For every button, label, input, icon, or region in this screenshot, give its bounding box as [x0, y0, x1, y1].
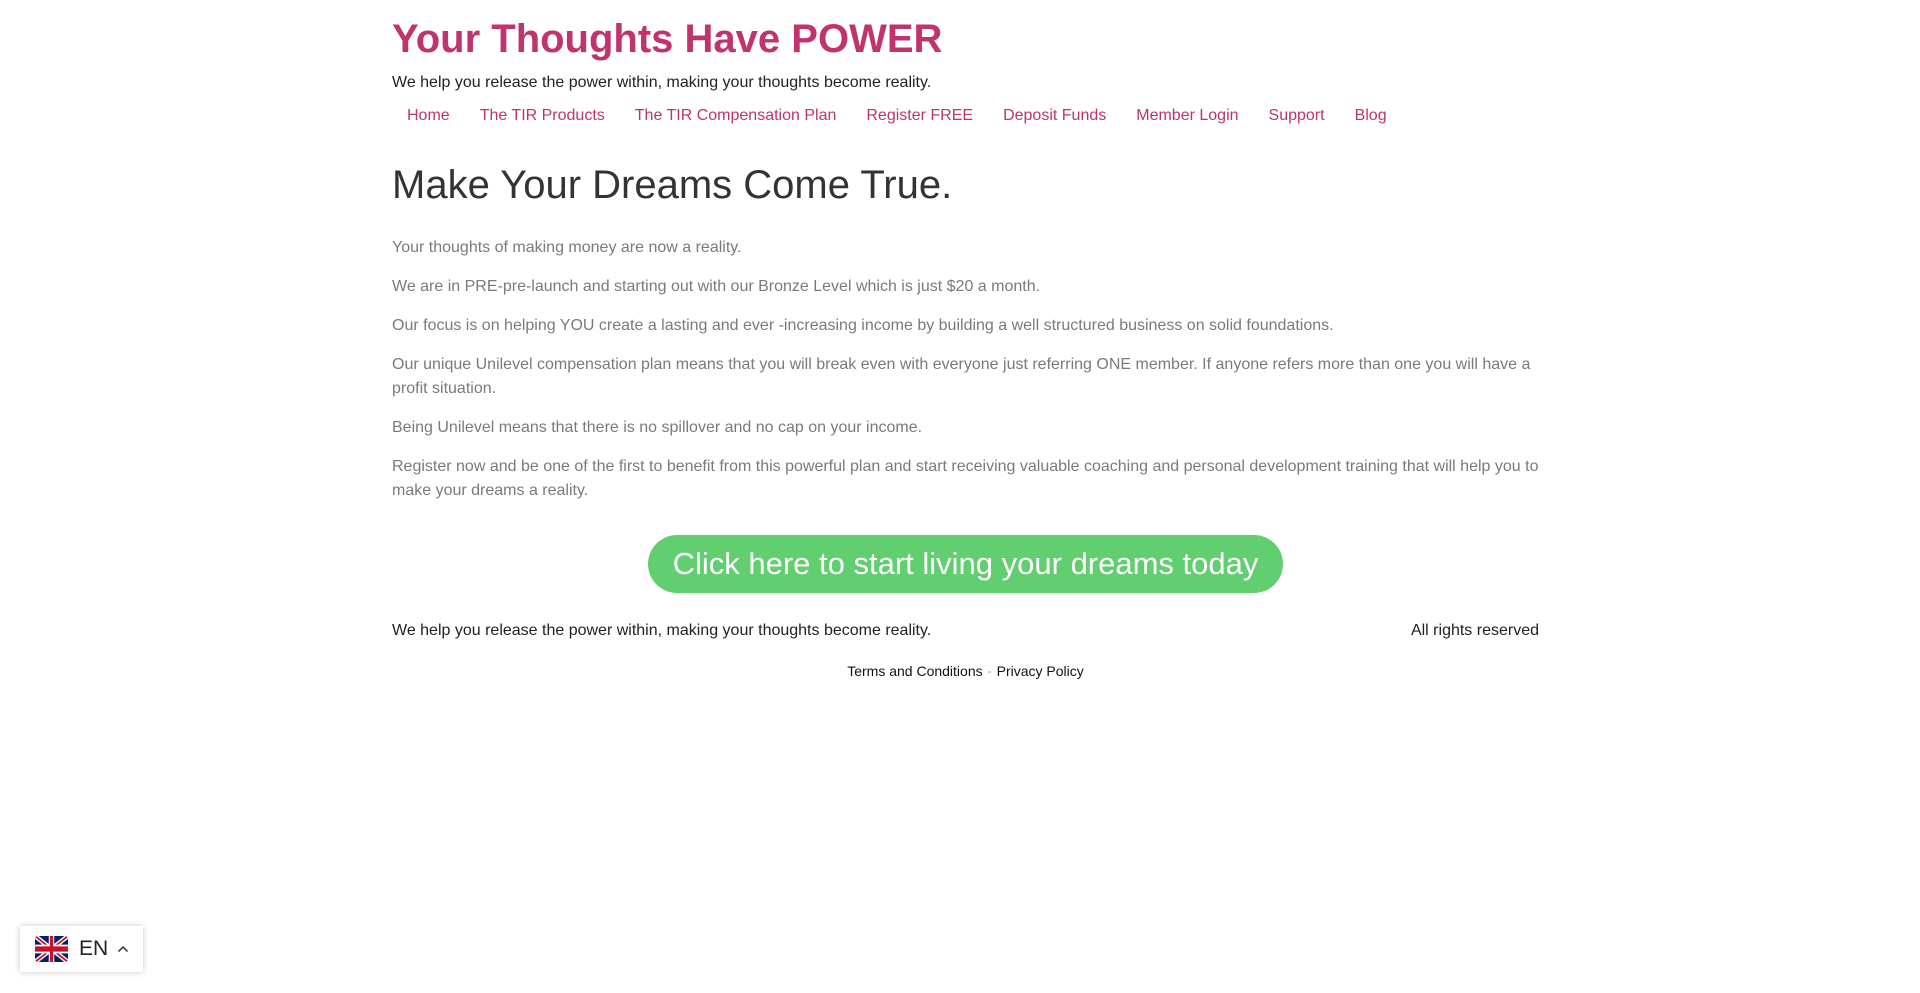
footer-tagline: We help you release the power within, ma… — [392, 622, 932, 639]
nav-item-tir-products[interactable]: The TIR Products — [465, 105, 620, 127]
nav-item-support[interactable]: Support — [1254, 105, 1340, 127]
language-code: EN — [79, 937, 109, 960]
page-headline: Make Your Dreams Come True. — [392, 163, 953, 207]
body-text: Your thoughts of making money are now a … — [392, 236, 1539, 518]
site-tagline: We help you release the power within, ma… — [392, 74, 932, 91]
nav-item-register-free[interactable]: Register FREE — [851, 105, 988, 127]
language-switcher[interactable]: EN — [20, 926, 143, 972]
terms-link[interactable]: Terms and Conditions — [847, 661, 982, 681]
chevron-up-icon — [118, 946, 128, 952]
paragraph: Our unique Unilevel compensation plan me… — [392, 356, 1531, 397]
cta-wrapper: Click here to start living your dreams t… — [392, 535, 1539, 593]
paragraph: Our focus is on helping YOU create a las… — [392, 317, 1334, 334]
footer-links: Terms and Conditions - Privacy Policy — [392, 661, 1539, 681]
nav-item-tir-compensation-plan[interactable]: The TIR Compensation Plan — [620, 105, 852, 127]
main-nav: Home The TIR Products The TIR Compensati… — [392, 105, 1402, 127]
nav-item-blog[interactable]: Blog — [1340, 105, 1402, 127]
paragraph: Being Unilevel means that there is no sp… — [392, 419, 923, 436]
paragraph: We are in PRE-pre-launch and starting ou… — [392, 278, 1041, 295]
footer-link-separator: - — [987, 664, 992, 678]
page: Your Thoughts Have POWER We help you rel… — [0, 0, 1920, 993]
footer-row: We help you release the power within, ma… — [392, 620, 1539, 642]
paragraph: Register now and be one of the first to … — [392, 458, 1539, 499]
nav-item-member-login[interactable]: Member Login — [1121, 105, 1253, 127]
site-title[interactable]: Your Thoughts Have POWER — [392, 14, 942, 64]
paragraph: Your thoughts of making money are now a … — [392, 239, 742, 256]
nav-item-deposit-funds[interactable]: Deposit Funds — [988, 105, 1121, 127]
start-living-dreams-button[interactable]: Click here to start living your dreams t… — [647, 535, 1284, 593]
nav-item-home[interactable]: Home — [392, 105, 465, 127]
footer-rights: All rights reserved — [1410, 622, 1539, 639]
uk-flag-icon — [35, 936, 68, 962]
privacy-link[interactable]: Privacy Policy — [997, 661, 1084, 681]
